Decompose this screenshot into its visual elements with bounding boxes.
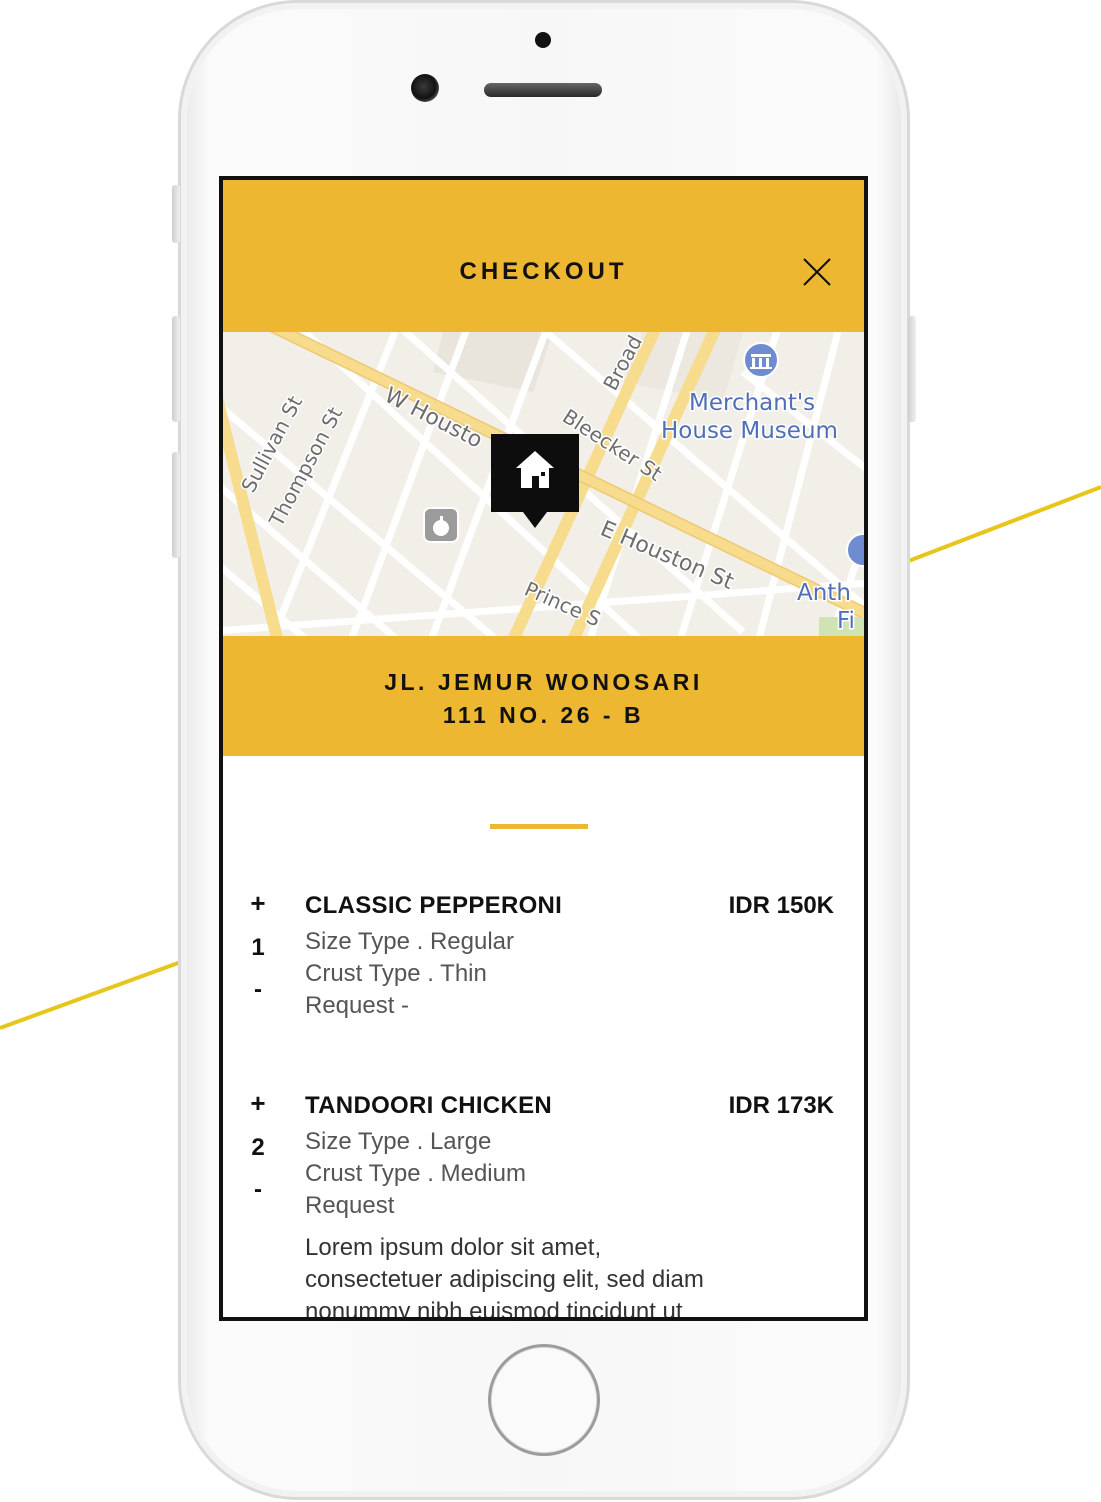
- item-request-text-line: consectetuer adipiscing elit, sed diam: [305, 1266, 704, 1293]
- delivery-address: JL. JEMUR WONOSARI 111 NO. 26 - B: [223, 636, 864, 756]
- item-name: CLASSIC PEPPERONI: [305, 892, 563, 919]
- item-crust: Crust Type . Medium: [305, 1160, 526, 1187]
- map-canvas: W Housto E Houston St Bleecker St Broad …: [223, 332, 864, 636]
- item-crust: Crust Type . Thin: [305, 960, 487, 987]
- address-line-1: JL. JEMUR WONOSARI: [384, 669, 703, 695]
- item-name: TANDOORI CHICKEN: [305, 1092, 553, 1119]
- proximity-sensor: [535, 32, 551, 48]
- checkout-header: CHECKOUT: [223, 180, 864, 332]
- mockup-stage: CHECKOUT W Housto E Houston St Bleecker …: [0, 0, 1101, 1502]
- item-price: IDR 173K: [728, 1092, 834, 1119]
- app-screen: CHECKOUT W Housto E Houston St Bleecker …: [219, 176, 868, 1321]
- page-title: CHECKOUT: [459, 258, 628, 285]
- map-label-museum-line2: House Museum: [661, 418, 838, 444]
- increase-quantity-button[interactable]: +: [243, 888, 273, 919]
- close-icon: [803, 258, 831, 286]
- decrease-quantity-button[interactable]: -: [243, 1176, 273, 1204]
- item-size: Size Type . Large: [305, 1128, 492, 1155]
- decrease-quantity-button[interactable]: -: [243, 976, 273, 1004]
- front-camera: [411, 74, 439, 102]
- item-request: Request -: [305, 992, 410, 1019]
- volume-up-button: [172, 316, 180, 422]
- quantity-value: 1: [251, 934, 265, 961]
- power-button: [908, 316, 916, 422]
- map-label-cut-line2: Fi: [837, 608, 855, 634]
- mute-switch: [172, 185, 180, 243]
- delivery-map[interactable]: W Housto E Houston St Bleecker St Broad …: [223, 332, 864, 636]
- item-price: IDR 150K: [728, 892, 834, 919]
- section-divider: [490, 824, 588, 829]
- quantity-value: 2: [251, 1134, 265, 1161]
- volume-down-button: [172, 452, 180, 558]
- item-request-text-line: nonummy nibh euismod tincidunt ut: [305, 1298, 683, 1321]
- item-request: Request: [305, 1192, 395, 1219]
- item-request-text-line: Lorem ipsum dolor sit amet,: [305, 1234, 602, 1261]
- address-line-2: 111 NO. 26 - B: [442, 702, 645, 728]
- close-button[interactable]: [799, 254, 835, 290]
- map-label-museum-line1: Merchant's: [689, 390, 815, 416]
- apple-store-icon[interactable]: [423, 507, 459, 543]
- museum-icon[interactable]: [743, 342, 779, 378]
- map-label-cut-line1: Anth: [797, 580, 851, 606]
- item-size: Size Type . Regular: [305, 928, 515, 955]
- home-button[interactable]: [488, 1344, 600, 1456]
- increase-quantity-button[interactable]: +: [243, 1088, 273, 1119]
- earpiece-speaker: [484, 83, 602, 97]
